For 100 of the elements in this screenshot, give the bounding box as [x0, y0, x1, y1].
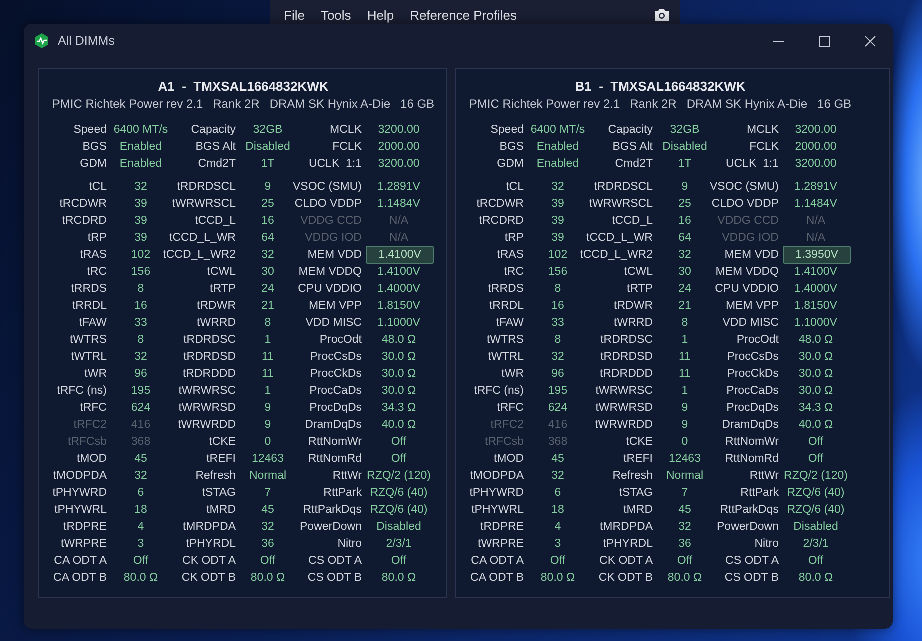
- field-value: 3: [554, 536, 562, 550]
- field-label: tCCD_L: [195, 214, 236, 226]
- field-label: tWTRL: [488, 350, 524, 362]
- field-label: tRDPRE: [64, 520, 107, 532]
- dimm-title: A1 - TMXSAL1664832KWK: [158, 78, 329, 96]
- dimm-title: B1 - TMXSAL1664832KWK: [575, 78, 746, 96]
- field-label: Nitro: [754, 538, 779, 550]
- field-label: tRDPRE: [480, 520, 524, 532]
- camera-icon[interactable]: [654, 8, 670, 22]
- field-label: PowerDown: [300, 520, 362, 532]
- field-label: BGS Alt: [196, 140, 236, 152]
- field-value: RZQ/2 (120): [784, 468, 848, 482]
- field-label: tWRWRSC: [596, 384, 653, 396]
- field-value: 1.8150V: [794, 298, 838, 312]
- field-label: CPU VDDIO: [298, 282, 362, 294]
- field-label: tCWL: [624, 266, 653, 278]
- field-label: RttPark: [740, 486, 779, 498]
- field-label: tWRWRSCL: [172, 198, 236, 210]
- field-value: 39: [552, 214, 564, 228]
- field-label: MEM VDDQ: [716, 266, 779, 278]
- field-label: ProcCsDs: [310, 350, 362, 362]
- field-value: 21: [678, 298, 692, 312]
- field-label: tWRWRDD: [595, 418, 653, 430]
- field-label: RttNomRd: [308, 452, 362, 464]
- field-value: Off: [260, 554, 276, 568]
- field-value: Disabled: [376, 520, 422, 534]
- field-value: 9: [682, 180, 688, 194]
- field-label: tWRPRE: [478, 538, 524, 550]
- field-label: GDM: [80, 158, 107, 170]
- field-label: MEM VPP: [308, 300, 362, 312]
- field-value: 32: [262, 248, 274, 262]
- field-value: 45: [262, 502, 274, 516]
- field-value: 3: [138, 536, 144, 550]
- dimm-detail: Rank 2R: [630, 96, 677, 113]
- field-value: 24: [262, 282, 274, 296]
- field-label: tWTRS: [70, 334, 107, 346]
- field-value: 1.3950V: [783, 246, 851, 264]
- field-value: Off: [133, 554, 149, 568]
- field-label: tRC: [87, 266, 107, 278]
- field-label: tRAS: [80, 248, 107, 260]
- maximize-icon: [818, 36, 830, 46]
- field-label: DramDqDs: [305, 418, 362, 430]
- field-value: Off: [677, 554, 693, 568]
- field-label: CK ODT B: [598, 572, 653, 584]
- field-value: N/A: [389, 230, 409, 244]
- field-label: CLDO VDDP: [294, 198, 362, 210]
- field-label: RttNomRd: [725, 452, 779, 464]
- field-value: 32: [134, 350, 148, 364]
- field-value: 6400 MT/s: [530, 122, 586, 136]
- field-value: 1.1484V: [794, 196, 838, 210]
- field-label: tRFC: [80, 402, 107, 414]
- field-value: 8: [138, 282, 144, 296]
- field-label: tREFI: [206, 452, 236, 464]
- field-label: BGS Alt: [612, 140, 653, 152]
- field-value: 33: [134, 316, 148, 330]
- field-label: GDM: [497, 158, 524, 170]
- dimm-detail: PMIC Richtek Power rev 2.1: [52, 96, 204, 113]
- field-value: 9: [264, 418, 272, 432]
- field-value: RZQ/2 (120): [367, 468, 431, 482]
- menu-item[interactable]: Reference Profiles: [410, 8, 518, 22]
- field-value: Off: [391, 452, 407, 466]
- field-value: 4: [554, 520, 562, 534]
- field-label: tPHYWRL: [54, 504, 107, 516]
- field-label: tMOD: [494, 452, 524, 464]
- field-value: 16: [262, 214, 274, 228]
- field-value: 45: [678, 502, 692, 516]
- menu-item[interactable]: Help: [367, 8, 394, 22]
- field-value: 195: [131, 384, 151, 398]
- menu-item[interactable]: File: [284, 8, 305, 22]
- field-value: 48.0 Ω: [382, 332, 416, 346]
- field-label: tWRWRSD: [596, 402, 653, 414]
- field-value: 36: [262, 536, 274, 550]
- field-label: CPU VDDIO: [715, 282, 779, 294]
- field-label: ProcOdt: [736, 334, 779, 346]
- field-value: 30.0 Ω: [798, 384, 834, 398]
- field-value: 156: [548, 264, 568, 278]
- field-value: 8: [554, 282, 562, 296]
- field-value: N/A: [806, 214, 826, 228]
- field-label: Cmd2T: [198, 158, 236, 170]
- window-title: All DIMMs: [58, 34, 115, 48]
- field-value: 34.3 Ω: [798, 400, 834, 414]
- field-label: CK ODT A: [182, 554, 236, 566]
- field-value: 7: [682, 486, 688, 500]
- field-value: 4: [138, 520, 144, 534]
- field-value: 64: [262, 230, 274, 244]
- field-label: tCCD_L_WR: [586, 232, 653, 244]
- menu-item[interactable]: Tools: [320, 8, 352, 22]
- field-label: tRDWR: [197, 300, 236, 312]
- field-label: tCCD_L_WR2: [163, 248, 236, 260]
- field-value: 45: [552, 452, 564, 466]
- field-value: 80.0 Ω: [798, 570, 834, 584]
- field-value: 45: [134, 452, 148, 466]
- field-value: 30.0 Ω: [382, 366, 416, 380]
- field-label: tREFI: [624, 452, 653, 464]
- field-value: 2/3/1: [386, 536, 412, 550]
- field-value: 30.0 Ω: [382, 350, 416, 364]
- field-label: tMOD: [76, 452, 107, 464]
- field-label: tWR: [84, 368, 107, 380]
- field-label: tMODPDA: [53, 470, 107, 482]
- field-value: 6: [138, 486, 144, 500]
